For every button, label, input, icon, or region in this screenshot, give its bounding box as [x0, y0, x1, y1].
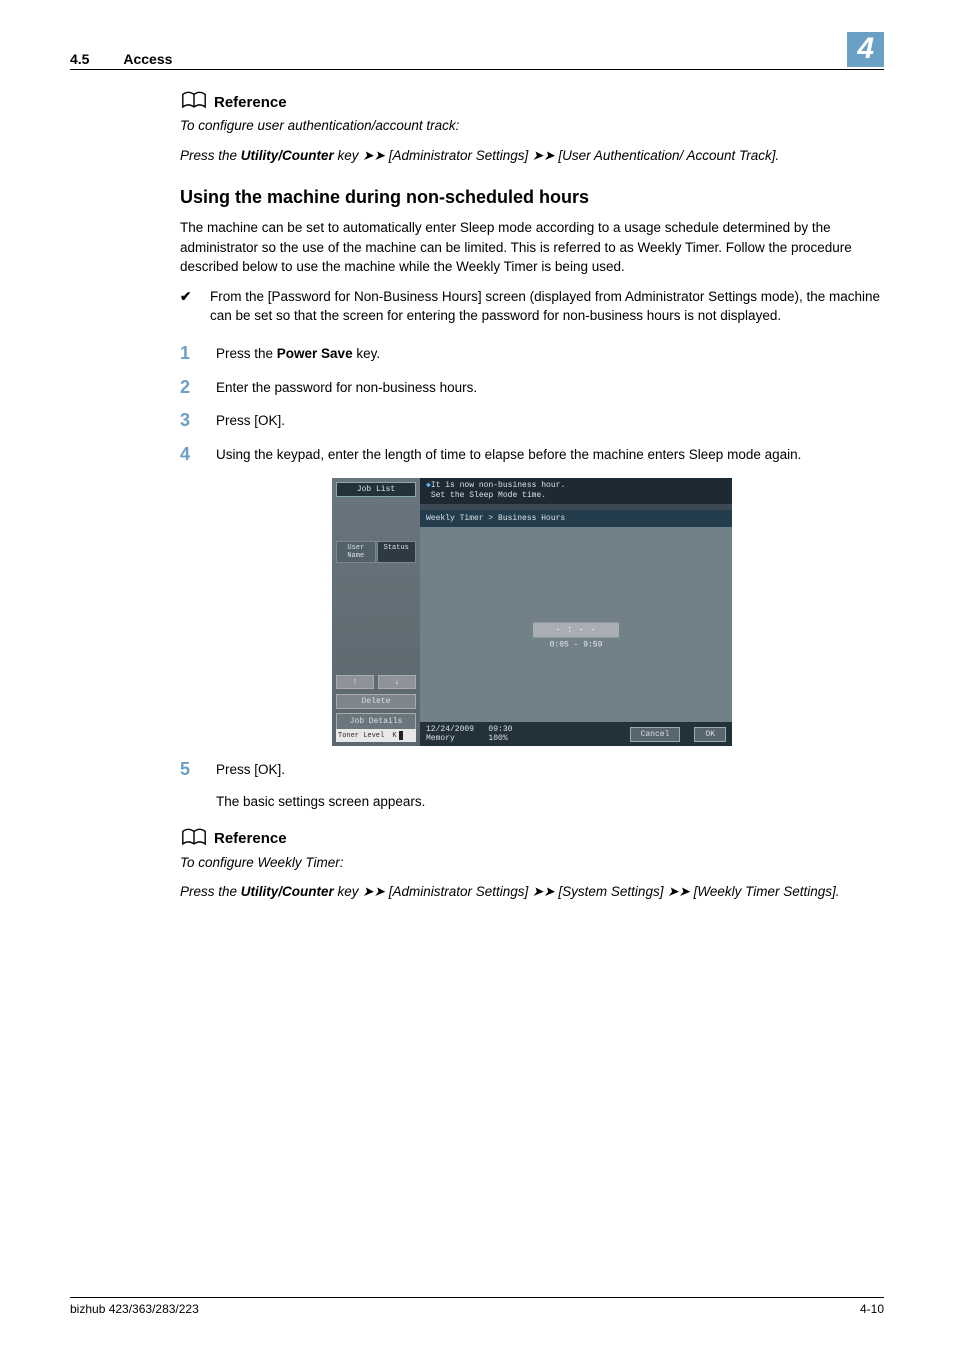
- step-3: 3 Press [OK].: [180, 411, 884, 431]
- ref1-b1: [Administrator Settings]: [389, 148, 529, 163]
- step-1: 1 Press the Power Save key.: [180, 344, 884, 364]
- reference-block-2: Reference To configure Weekly Timer: Pre…: [180, 827, 884, 902]
- device-main: ◆It is now non-business hour. ◆Set the S…: [420, 478, 732, 746]
- reference-1-line2: Press the Utility/Counter key ➤➤ [Admini…: [180, 146, 884, 166]
- time-range: 0:05 - 9:59: [533, 641, 619, 650]
- s1-pre: Press the: [216, 346, 277, 361]
- section-number: 4.5: [70, 51, 89, 67]
- book-icon: [180, 90, 208, 114]
- headline-1: It is now non-business hour.: [431, 481, 565, 490]
- delete-button[interactable]: Delete: [336, 694, 416, 709]
- headline-2: Set the Sleep Mode time.: [431, 491, 546, 500]
- ref2-pre: Press the: [180, 884, 241, 899]
- ref1-b2: [User Authentication/ Account Track].: [558, 148, 779, 163]
- check-note: ✔ From the [Password for Non-Business Ho…: [180, 287, 884, 326]
- ref2-b3: [Weekly Timer Settings].: [694, 884, 840, 899]
- time-input[interactable]: - : - -: [533, 623, 619, 638]
- reference-label: Reference: [214, 94, 287, 111]
- footer-date: 12/24/2009: [426, 725, 474, 734]
- cancel-button[interactable]: Cancel: [630, 727, 681, 742]
- step-5: 5 Press [OK].: [180, 760, 884, 780]
- toner-bar-icon: [399, 731, 403, 740]
- chapter-number: 4: [847, 32, 884, 67]
- footer-mem-val: 100%: [488, 734, 507, 743]
- intro-paragraph: The machine can be set to automatically …: [180, 218, 884, 277]
- toner-label: Toner Level: [338, 732, 384, 740]
- toner-k: K: [392, 732, 396, 740]
- reference-2-line1: To configure Weekly Timer:: [180, 853, 884, 873]
- step-3-body: Press [OK].: [216, 411, 884, 431]
- breadcrumb: Weekly Timer > Business Hours: [420, 510, 732, 527]
- step-2-num: 2: [180, 378, 196, 396]
- reference-2-line2: Press the Utility/Counter key ➤➤ [Admini…: [180, 882, 884, 902]
- step-5-sub: The basic settings screen appears.: [216, 794, 884, 809]
- reference-label: Reference: [214, 830, 287, 847]
- step-1-num: 1: [180, 344, 196, 362]
- s1-key: Power Save: [277, 346, 353, 361]
- footer-datetime: 12/24/2009 09:30 Memory 100%: [426, 725, 512, 743]
- arrow-icon: ➤➤: [532, 884, 555, 899]
- footer-right: 4-10: [860, 1302, 884, 1316]
- step-5-body: Press [OK].: [216, 760, 884, 780]
- ok-button[interactable]: OK: [694, 727, 726, 742]
- footer-mem-label: Memory: [426, 734, 455, 743]
- step-3-num: 3: [180, 411, 196, 429]
- job-list-button[interactable]: Job List: [336, 482, 416, 497]
- section-title: Access: [123, 51, 172, 67]
- tab-user-name[interactable]: User Name: [336, 541, 376, 563]
- check-text: From the [Password for Non-Business Hour…: [210, 287, 884, 326]
- device-footer: 12/24/2009 09:30 Memory 100% Cancel OK: [420, 722, 732, 746]
- page-header: 4.5 Access 4: [70, 32, 884, 70]
- ref2-b1: [Administrator Settings]: [389, 884, 529, 899]
- arrow-icon: ➤➤: [532, 148, 555, 163]
- ref1-key: Utility/Counter: [241, 148, 334, 163]
- device-area: - : - - 0:05 - 9:59: [420, 527, 732, 722]
- book-icon: [180, 827, 208, 851]
- header-right: 4: [847, 32, 884, 67]
- step-4: 4 Using the keypad, enter the length of …: [180, 445, 884, 465]
- footer-time: 09:30: [488, 725, 512, 734]
- step-2-body: Enter the password for non-business hour…: [216, 378, 884, 398]
- ref1-pre: Press the: [180, 148, 241, 163]
- ref2-key: Utility/Counter: [241, 884, 334, 899]
- device-screenshot: Job List User Name Status ↑ ↓ Delete Job…: [180, 478, 884, 746]
- arrow-icon: ➤➤: [362, 148, 385, 163]
- footer-left: bizhub 423/363/283/223: [70, 1302, 199, 1316]
- check-icon: ✔: [180, 287, 194, 326]
- toner-level: Toner Level K: [336, 729, 416, 742]
- arrow-icon: ➤➤: [362, 884, 385, 899]
- ref2-mid: key: [334, 884, 363, 899]
- arrow-up-button[interactable]: ↑: [336, 675, 374, 689]
- header-left: 4.5 Access: [70, 51, 172, 67]
- page-footer: bizhub 423/363/283/223 4-10: [70, 1297, 884, 1316]
- reference-1-line1: To configure user authentication/account…: [180, 116, 884, 136]
- step-1-body: Press the Power Save key.: [216, 344, 884, 364]
- device-sidebar: Job List User Name Status ↑ ↓ Delete Job…: [332, 478, 420, 746]
- step-4-num: 4: [180, 445, 196, 463]
- device-headline: ◆It is now non-business hour. ◆Set the S…: [420, 478, 732, 504]
- ref2-b2: [System Settings]: [558, 884, 663, 899]
- ref1-mid: key: [334, 148, 363, 163]
- tab-status[interactable]: Status: [377, 541, 417, 563]
- reference-block-1: Reference To configure user authenticati…: [180, 90, 884, 165]
- step-5-num: 5: [180, 760, 196, 778]
- step-2: 2 Enter the password for non-business ho…: [180, 378, 884, 398]
- s1-post: key.: [353, 346, 381, 361]
- job-details-button[interactable]: Job Details: [336, 713, 416, 729]
- step-4-body: Using the keypad, enter the length of ti…: [216, 445, 884, 465]
- arrow-icon: ➤➤: [667, 884, 690, 899]
- arrow-down-button[interactable]: ↓: [378, 675, 416, 689]
- heading-non-scheduled: Using the machine during non-scheduled h…: [180, 187, 884, 208]
